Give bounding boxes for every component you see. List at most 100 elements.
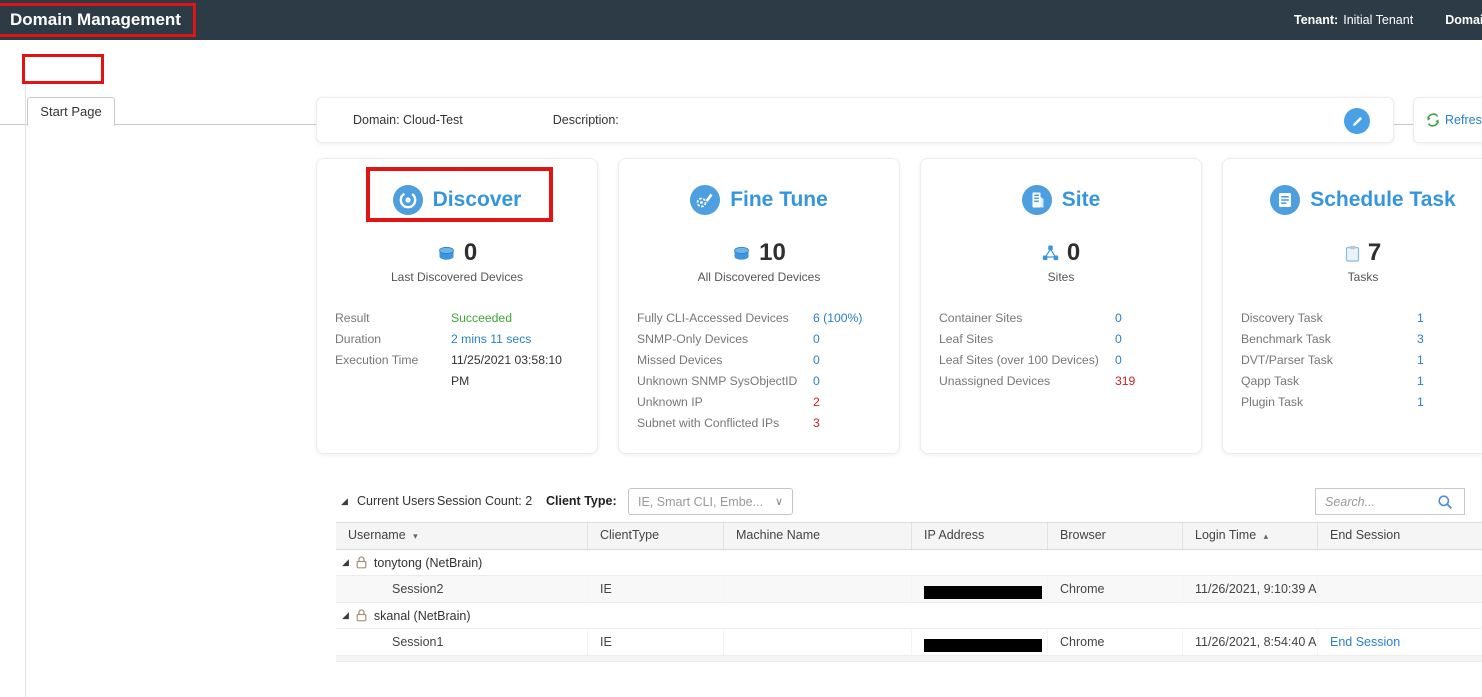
ip-address-cell [912,576,1048,602]
detail-value-link[interactable]: 2 [813,392,885,413]
collapse-group-icon[interactable]: ◢ [342,610,349,621]
schedule-task-card: Schedule Task 7 Tasks Discovery Task 1 B… [1222,158,1482,454]
session-name-cell: Session2 [336,576,588,602]
devices-icon [437,246,456,261]
domain-label: Domain: [1445,13,1482,27]
session-row: Session2 IE Chrome 11/26/2021, 9:10:39 A… [336,576,1482,603]
user-search-box [1315,488,1465,515]
column-header-machine-name[interactable]: Machine Name [724,523,912,549]
tenant-label: Tenant: [1294,13,1338,27]
refresh-button[interactable]: Refresh [1413,97,1482,143]
detail-label: Benchmark Task [1241,329,1417,350]
infobar-domain-label: Domain: [353,113,400,127]
column-header-end-session[interactable]: End Session [1318,523,1482,549]
machine-name-cell [724,576,912,602]
client-type-dropdown[interactable]: IE, Smart CLI, Embe... ∨ [628,488,793,515]
site-card-title: Site [1062,188,1101,212]
session-count: Session Count: 2 [437,487,532,515]
tenant-value: Initial Tenant [1343,13,1413,27]
detail-label: Plugin Task [1241,392,1417,413]
detail-label: Execution Time [335,350,451,392]
column-header-browser[interactable]: Browser [1048,523,1183,549]
site-stat-label: Sites [921,270,1201,284]
detail-label: Missed Devices [637,350,813,371]
tab-strip: Start Page [0,40,1482,85]
user-group-row: ◢ skanal (NetBrain) [336,603,1482,629]
detail-value-link[interactable]: 0 [813,350,885,371]
discover-card-title: Discover [433,188,522,212]
site-icon [1022,185,1052,215]
devices-icon [732,246,751,261]
schedule-task-icon [1270,185,1300,215]
detail-value-link[interactable]: 0 [1115,329,1187,350]
detail-value-link[interactable]: 1 [1417,350,1482,371]
lock-icon [356,556,367,569]
client-type-selected-value: IE, Smart CLI, Embe... [638,495,763,509]
refresh-label: Refresh [1445,113,1482,127]
clienttype-cell: IE [588,576,724,602]
search-input[interactable] [1325,495,1437,509]
detail-label: SNMP-Only Devices [637,329,813,350]
collapse-section-icon[interactable]: ◢ [341,487,348,515]
content-left-border [25,85,26,697]
fine-tune-card: Fine Tune 10 All Discovered Devices Full… [618,158,900,454]
discover-card-header[interactable]: Discover [317,185,597,215]
column-header-login-time[interactable]: Login Time ▴ [1183,523,1318,549]
fine-tune-card-header[interactable]: Fine Tune [619,185,899,215]
detail-value-link[interactable]: 1 [1417,371,1482,392]
schedule-task-card-header[interactable]: Schedule Task [1223,185,1482,215]
detail-value: 11/25/2021 03:58:10 PM [451,350,583,392]
detail-value-link[interactable]: 0 [813,371,885,392]
detail-label: DVT/Parser Task [1241,350,1417,371]
site-card-header[interactable]: Site [921,185,1201,215]
column-header-ip-address[interactable]: IP Address [912,523,1048,549]
collapse-group-icon[interactable]: ◢ [342,557,349,568]
column-header-username[interactable]: Username ▾ [336,523,588,549]
schedule-task-card-title: Schedule Task [1310,188,1456,212]
current-users-table: Username ▾ ClientType Machine Name IP Ad… [336,522,1482,662]
ip-address-cell [912,629,1048,655]
edit-domain-button[interactable] [1344,108,1370,134]
fine-tune-stat-value: 10 [759,239,786,267]
table-empty-strip [336,656,1482,662]
browser-cell: Chrome [1048,576,1183,602]
detail-value-link[interactable]: 1 [1417,308,1482,329]
detail-value-link[interactable]: 0 [1115,308,1187,329]
fine-tune-icon [690,185,720,215]
user-group-row: ◢ tonytong (NetBrain) [336,550,1482,576]
detail-value-link[interactable]: 3 [1417,329,1482,350]
schedule-task-stat-label: Tasks [1223,270,1482,284]
detail-value-link[interactable]: 319 [1115,371,1187,392]
infobar-description-label: Description: [553,113,619,127]
site-stat-value: 0 [1067,239,1080,267]
redacted-ip [924,639,1042,652]
domain-info-bar: Domain: Cloud-Test Description: [316,97,1394,143]
discover-icon [393,185,423,215]
detail-value-link[interactable]: 2 mins 11 secs [451,329,583,350]
detail-value-link[interactable]: 3 [813,413,885,434]
tab-start-page[interactable]: Start Page [27,97,115,126]
current-users-title: Current Users [357,487,435,515]
current-users-controls: ◢ Current Users Session Count: 2 Client … [336,487,1482,517]
fine-tune-stat-label: All Discovered Devices [619,270,899,284]
summary-cards: Discover 0 Last Discovered Devices Resul… [316,158,1482,454]
detail-label: Container Sites [939,308,1115,329]
schedule-task-stat-value: 7 [1368,239,1381,267]
pencil-icon [1351,115,1364,128]
detail-label: Duration [335,329,451,350]
column-header-clienttype[interactable]: ClientType [588,523,724,549]
detail-label: Unassigned Devices [939,371,1115,392]
end-session-cell [1318,576,1482,602]
detail-value-link[interactable]: 1 [1417,392,1482,413]
table-header-row: Username ▾ ClientType Machine Name IP Ad… [336,523,1482,550]
detail-value-link[interactable]: 0 [813,329,885,350]
detail-label: Discovery Task [1241,308,1417,329]
refresh-icon [1426,113,1440,127]
discover-card: Discover 0 Last Discovered Devices Resul… [316,158,598,454]
detail-label: Leaf Sites (over 100 Devices) [939,350,1115,371]
end-session-link[interactable]: End Session [1330,635,1400,649]
detail-label: Subnet with Conflicted IPs [637,413,813,434]
detail-value-link[interactable]: 6 (100%) [813,308,885,329]
detail-value-link[interactable]: 0 [1115,350,1187,371]
search-icon[interactable] [1437,494,1453,510]
